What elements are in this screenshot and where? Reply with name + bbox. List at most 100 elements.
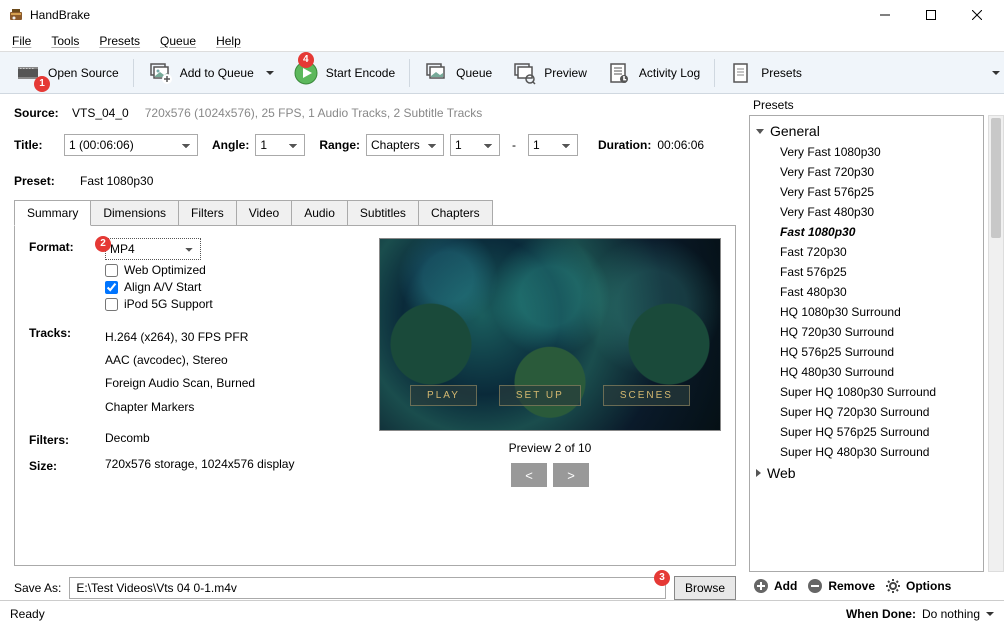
- toolbar-separator: [409, 59, 410, 87]
- preset-item[interactable]: Super HQ 576p25 Surround: [750, 422, 983, 442]
- preview-dvd-menu: PLAY SET UP SCENES: [380, 385, 720, 406]
- preset-item[interactable]: Very Fast 576p25: [750, 182, 983, 202]
- preset-options-button[interactable]: Options: [885, 578, 951, 594]
- activity-log-label: Activity Log: [639, 66, 700, 80]
- add-to-queue-button[interactable]: Add to Queue: [138, 56, 284, 90]
- title-select[interactable]: 1 (00:06:06): [64, 134, 198, 156]
- preset-item[interactable]: Super HQ 720p30 Surround: [750, 402, 983, 422]
- tab-subtitles[interactable]: Subtitles: [347, 200, 419, 225]
- size-label: Size:: [29, 457, 105, 473]
- tab-dimensions[interactable]: Dimensions: [90, 200, 179, 225]
- queue-button[interactable]: Queue: [414, 56, 502, 90]
- browse-button[interactable]: Browse: [674, 576, 736, 600]
- preset-item[interactable]: Fast 480p30: [750, 282, 983, 302]
- menu-queue[interactable]: Queue: [152, 32, 204, 50]
- preset-item[interactable]: Super HQ 1080p30 Surround: [750, 382, 983, 402]
- preset-item[interactable]: HQ 1080p30 Surround: [750, 302, 983, 322]
- preset-group-web[interactable]: Web: [750, 462, 983, 484]
- open-source-button[interactable]: Open Source 1: [6, 56, 129, 90]
- when-done[interactable]: When Done: Do nothing: [846, 607, 994, 621]
- align-av-label: Align A/V Start: [124, 280, 201, 294]
- preview-button[interactable]: Preview: [502, 56, 597, 90]
- dvd-menu-play: PLAY: [410, 385, 477, 406]
- menubar: File Tools Presets Queue Help: [0, 30, 1004, 52]
- chevron-down-icon: [986, 612, 994, 616]
- window-title: HandBrake: [30, 8, 862, 22]
- document-icon: [729, 61, 753, 85]
- preset-group-general[interactable]: General: [750, 120, 983, 142]
- chevron-down-icon: [756, 129, 764, 134]
- scrollbar-thumb[interactable]: [991, 118, 1001, 238]
- menu-presets[interactable]: Presets: [91, 32, 148, 50]
- tab-video[interactable]: Video: [236, 200, 292, 225]
- presets-button[interactable]: Presets: [719, 56, 812, 90]
- preset-scrollbar[interactable]: [988, 115, 1004, 572]
- web-optimized-checkbox[interactable]: [105, 264, 118, 277]
- maximize-button[interactable]: [908, 0, 954, 30]
- chevron-down-icon: [266, 71, 274, 75]
- preset-tree[interactable]: General Very Fast 1080p30 Very Fast 720p…: [749, 115, 984, 572]
- preset-item[interactable]: Very Fast 1080p30: [750, 142, 983, 162]
- preset-item[interactable]: HQ 720p30 Surround: [750, 322, 983, 342]
- preset-item[interactable]: Very Fast 720p30: [750, 162, 983, 182]
- align-av-checkbox[interactable]: [105, 281, 118, 294]
- tab-audio[interactable]: Audio: [291, 200, 348, 225]
- close-button[interactable]: [954, 0, 1000, 30]
- menu-tools[interactable]: Tools: [43, 32, 87, 50]
- ipod-checkbox[interactable]: [105, 298, 118, 311]
- preset-item[interactable]: Fast 720p30: [750, 242, 983, 262]
- source-meta: 720x576 (1024x576), 25 FPS, 1 Audio Trac…: [145, 106, 483, 120]
- plus-circle-icon: [753, 578, 769, 594]
- preset-remove-button[interactable]: Remove: [807, 578, 875, 594]
- tab-filters[interactable]: Filters: [178, 200, 237, 225]
- tab-summary[interactable]: Summary: [14, 200, 91, 226]
- left-pane: Source: VTS_04_0 720x576 (1024x576), 25 …: [0, 94, 744, 600]
- statusbar: Ready When Done: Do nothing: [0, 600, 1004, 626]
- format-select[interactable]: MP4: [105, 238, 201, 260]
- badge-3: 3: [654, 570, 670, 586]
- toolbar-separator: [714, 59, 715, 87]
- minimize-button[interactable]: [862, 0, 908, 30]
- preset-item-selected[interactable]: Fast 1080p30: [750, 222, 983, 242]
- titlebar: HandBrake: [0, 0, 1004, 30]
- save-as-row: Save As: 3 Browse: [14, 576, 736, 600]
- preview-prev-button[interactable]: <: [511, 463, 547, 487]
- title-row: Title: 1 (00:06:06) Angle: 1 Range: Chap…: [14, 134, 736, 156]
- activity-log-button[interactable]: Activity Log: [597, 56, 710, 90]
- track-line: AAC (avcodec), Stereo: [105, 351, 359, 370]
- presets-label: Presets: [761, 66, 802, 80]
- presets-title: Presets: [745, 94, 1004, 115]
- dvd-menu-setup: SET UP: [499, 385, 581, 406]
- tab-chapters[interactable]: Chapters: [418, 200, 493, 225]
- preset-item[interactable]: HQ 576p25 Surround: [750, 342, 983, 362]
- chevron-right-icon: [756, 469, 761, 477]
- filters-value: Decomb: [105, 431, 150, 445]
- preset-label: Preset:: [14, 174, 66, 188]
- menu-help[interactable]: Help: [208, 32, 249, 50]
- app-icon: [8, 7, 24, 23]
- preset-actions: Add Remove Options: [745, 572, 1004, 600]
- range-to-select[interactable]: 1: [528, 134, 578, 156]
- track-line: H.264 (x264), 30 FPS PFR: [105, 328, 359, 347]
- toolbar-overflow[interactable]: [988, 71, 1000, 75]
- range-type-select[interactable]: Chapters: [366, 134, 444, 156]
- preview-label: Preview: [544, 66, 587, 80]
- preset-item[interactable]: Very Fast 480p30: [750, 202, 983, 222]
- gear-icon: [885, 578, 901, 594]
- preview-next-button[interactable]: >: [553, 463, 589, 487]
- save-as-input[interactable]: [69, 577, 666, 599]
- add-to-queue-label: Add to Queue: [180, 66, 254, 80]
- images-plus-icon: [148, 61, 172, 85]
- images-icon: [424, 61, 448, 85]
- ipod-label: iPod 5G Support: [124, 297, 213, 311]
- preview-nav: < >: [511, 463, 589, 487]
- menu-file[interactable]: File: [4, 32, 39, 50]
- angle-select[interactable]: 1: [255, 134, 305, 156]
- preset-add-button[interactable]: Add: [753, 578, 797, 594]
- format-label: Format:: [29, 238, 105, 254]
- preset-item[interactable]: Super HQ 480p30 Surround: [750, 442, 983, 462]
- range-from-select[interactable]: 1: [450, 134, 500, 156]
- start-encode-button[interactable]: Start Encode 4: [284, 56, 405, 90]
- preset-item[interactable]: Fast 576p25: [750, 262, 983, 282]
- preset-item[interactable]: HQ 480p30 Surround: [750, 362, 983, 382]
